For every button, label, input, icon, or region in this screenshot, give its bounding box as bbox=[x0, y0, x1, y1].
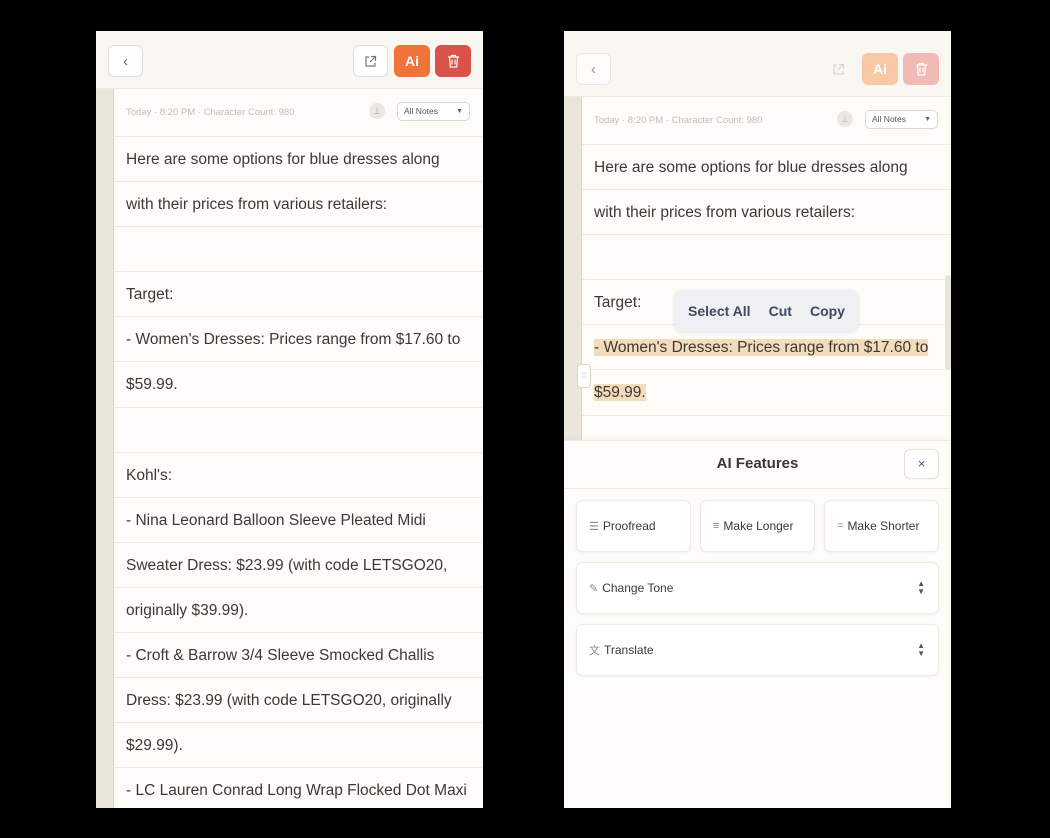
select-all-button[interactable]: Select All bbox=[682, 303, 757, 319]
note-line: Here are some options for blue dresses a… bbox=[114, 137, 483, 183]
close-icon: × bbox=[917, 456, 926, 471]
caret-down-icon: ▼ bbox=[456, 108, 463, 115]
make-longer-button[interactable]: ≡ Make Longer bbox=[700, 500, 815, 552]
copy-button[interactable]: Copy bbox=[804, 303, 851, 319]
note-line: with their prices from various retailers… bbox=[114, 182, 483, 228]
chevron-left-icon: ‹ bbox=[591, 60, 596, 78]
selected-text: $59.99. bbox=[594, 384, 646, 402]
selection-handle[interactable]: ⁞⁞ bbox=[577, 364, 591, 388]
notes-filter-select[interactable]: All Notes ▼ bbox=[865, 110, 938, 129]
note-line bbox=[114, 408, 483, 453]
notes-filter-value: All Notes bbox=[404, 106, 439, 116]
trash-icon bbox=[915, 62, 927, 76]
selected-line: - Women's Dresses: Prices range from $17… bbox=[582, 325, 951, 371]
toolbar: ‹ Ai bbox=[564, 39, 951, 97]
back-button[interactable]: ‹ bbox=[576, 53, 611, 85]
note-line: - Croft & Barrow 3/4 Sleeve Smocked Chal… bbox=[114, 633, 483, 679]
make-longer-label: Make Longer bbox=[723, 519, 794, 533]
proofread-label: Proofread bbox=[602, 519, 656, 533]
chevron-left-icon: ‹ bbox=[123, 52, 128, 70]
translate-select[interactable]: 文 Translate ▲ ▼ bbox=[576, 624, 939, 676]
note-line: Kohl's: bbox=[114, 453, 483, 498]
updown-icon: ▲ ▼ bbox=[917, 579, 925, 596]
updown-icon: ▲ ▼ bbox=[917, 641, 925, 658]
note-margin bbox=[96, 89, 114, 808]
ai-button[interactable]: Ai bbox=[862, 53, 898, 85]
ai-panel-header: AI Features × bbox=[564, 441, 951, 489]
make-shorter-button[interactable]: = Make Shorter bbox=[824, 500, 939, 552]
ai-button-label: Ai bbox=[405, 53, 419, 69]
note-meta-bar: Today · 8:20 PM · Character Count: 980 ⊥… bbox=[114, 89, 483, 137]
note-line: with their prices from various retailers… bbox=[582, 190, 951, 236]
note-screen-right: ‹ Ai Today · 8:20 PM · Character Count: … bbox=[564, 31, 951, 808]
note-line: - Nina Leonard Balloon Sleeve Pleated Mi… bbox=[114, 498, 483, 543]
selected-text: - Women's Dresses: Prices range from $17… bbox=[594, 339, 929, 357]
delete-button[interactable] bbox=[435, 45, 471, 77]
caret-down-icon: ▼ bbox=[924, 116, 931, 123]
note-line: - Women's Dresses: Prices range from $17… bbox=[114, 317, 483, 363]
note-line bbox=[582, 235, 951, 281]
ai-button-label: Ai bbox=[873, 61, 887, 77]
scrollbar[interactable] bbox=[945, 275, 951, 370]
note-line: Target: bbox=[114, 272, 483, 318]
status-strip bbox=[564, 31, 951, 39]
trash-icon bbox=[447, 54, 459, 68]
note-meta-bar: Today · 8:20 PM · Character Count: 980 ⊥… bbox=[582, 97, 951, 145]
back-button[interactable]: ‹ bbox=[108, 45, 143, 77]
note-body[interactable]: Here are some options for blue dresses a… bbox=[114, 137, 483, 808]
ai-panel-title: AI Features bbox=[716, 455, 799, 472]
pencil-icon: ✎ bbox=[589, 582, 599, 595]
toolbar: ‹ Ai bbox=[96, 31, 483, 89]
short-lines-icon: = bbox=[837, 520, 844, 532]
proofread-button[interactable]: ☰ Proofread bbox=[576, 500, 691, 552]
note-line bbox=[114, 227, 483, 273]
translate-icon: 文 bbox=[589, 645, 600, 657]
change-tone-label: Change Tone bbox=[602, 581, 674, 595]
ai-button[interactable]: Ai bbox=[394, 45, 430, 77]
note-line: Sweater Dress: $23.99 (with code LETSGO2… bbox=[114, 543, 483, 588]
note-line: originally $39.99). bbox=[114, 588, 483, 634]
notes-filter-value: All Notes bbox=[872, 114, 907, 124]
share-button[interactable] bbox=[821, 53, 856, 85]
note-meta: Today · 8:20 PM · Character Count: 980 bbox=[594, 115, 763, 126]
notes-filter-select[interactable]: All Notes ▼ bbox=[397, 102, 470, 121]
selected-line: $59.99. bbox=[582, 370, 951, 416]
pin-icon[interactable]: ⊥ bbox=[837, 111, 853, 127]
note-screen-left: ‹ Ai Today · 8:20 PM · Character Count: … bbox=[96, 31, 483, 808]
proofread-icon: ☰ bbox=[589, 520, 599, 533]
translate-label: Translate bbox=[604, 643, 654, 657]
note-line: $29.99). bbox=[114, 723, 483, 769]
lines-icon: ≡ bbox=[713, 520, 720, 532]
delete-button[interactable] bbox=[903, 53, 939, 85]
note-line: Here are some options for blue dresses a… bbox=[582, 145, 951, 191]
change-tone-select[interactable]: ✎ Change Tone ▲ ▼ bbox=[576, 562, 939, 614]
text-context-menu: Select All Cut Copy bbox=[675, 290, 858, 331]
external-link-icon bbox=[365, 55, 377, 67]
note-line: Dress: $23.99 (with code LETSGO20, origi… bbox=[114, 678, 483, 724]
cut-button[interactable]: Cut bbox=[763, 303, 798, 319]
share-button[interactable] bbox=[353, 45, 388, 77]
close-button[interactable]: × bbox=[904, 449, 939, 479]
external-link-icon bbox=[833, 63, 845, 75]
note-line: - LC Lauren Conrad Long Wrap Flocked Dot… bbox=[114, 768, 483, 808]
note-line: $59.99. bbox=[114, 362, 483, 408]
ai-features-panel: AI Features × ☰ Proofread ≡ Make Longer … bbox=[564, 440, 951, 808]
make-shorter-label: Make Shorter bbox=[847, 519, 920, 533]
pin-icon[interactable]: ⊥ bbox=[369, 103, 385, 119]
note-meta: Today · 8:20 PM · Character Count: 980 bbox=[126, 107, 295, 118]
